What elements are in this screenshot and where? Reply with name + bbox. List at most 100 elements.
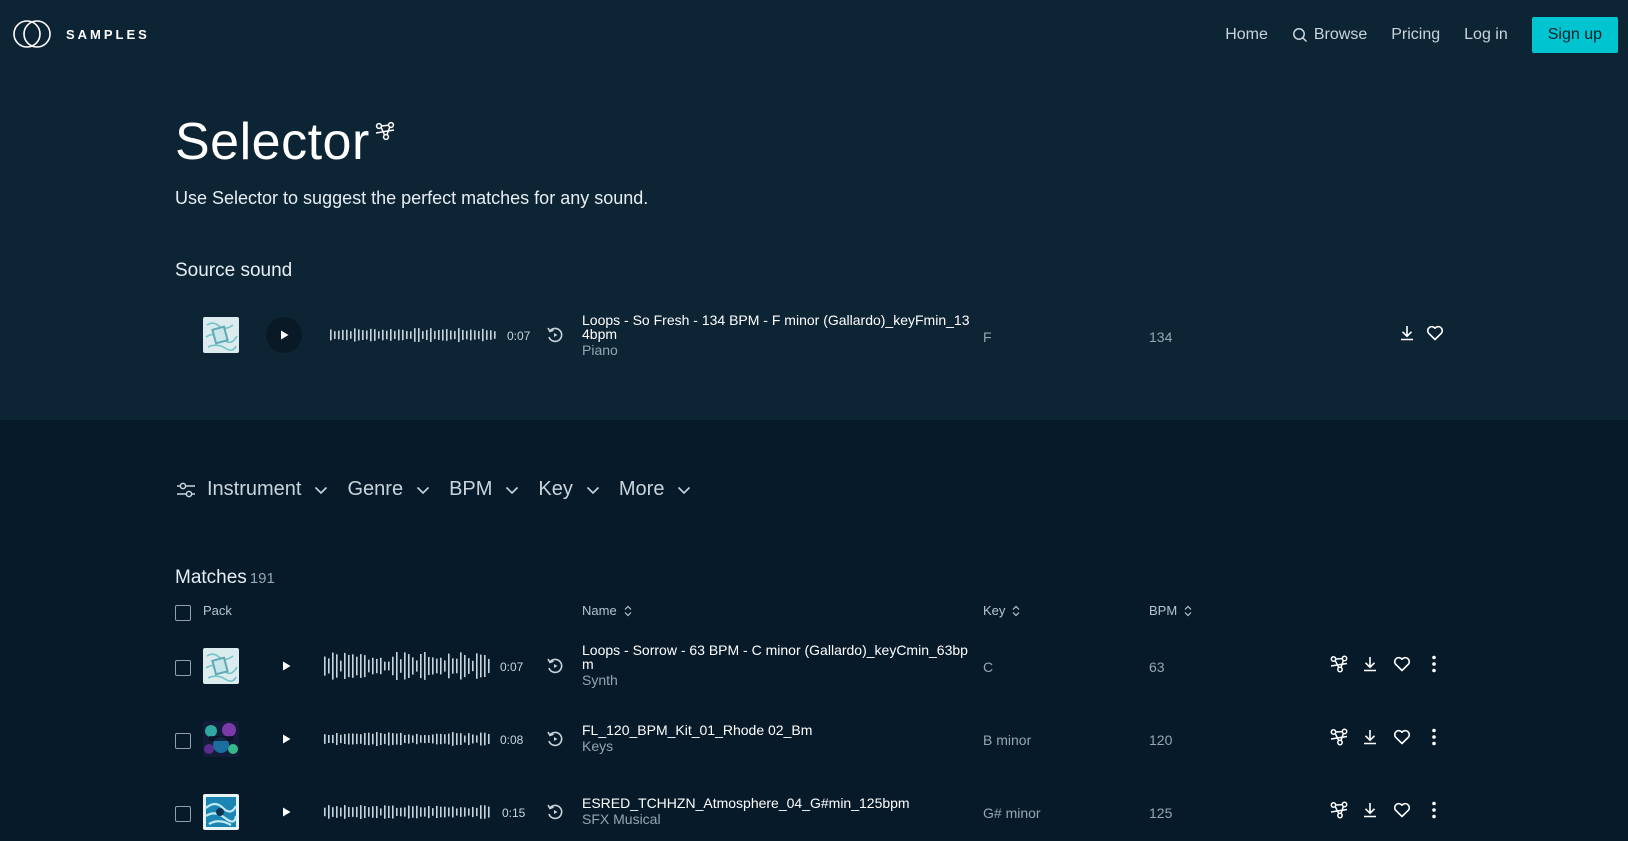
play-button[interactable] — [276, 802, 296, 822]
row-checkbox[interactable] — [175, 806, 191, 822]
waveform[interactable] — [324, 725, 492, 753]
sample-instrument[interactable]: Synth — [582, 672, 972, 688]
nav-home[interactable]: Home — [1225, 26, 1268, 44]
download-icon — [1364, 657, 1376, 672]
sample-key: B minor — [983, 732, 1032, 748]
waveform-bar — [378, 331, 380, 339]
waveform-bar — [422, 331, 424, 339]
waveform[interactable] — [324, 652, 492, 680]
nav-browse-label: Browse — [1313, 26, 1368, 43]
more-options-button[interactable] — [1424, 654, 1444, 674]
column-header-key[interactable]: Key — [983, 603, 1021, 618]
waveform-bar — [468, 733, 470, 745]
waveform-bar — [452, 658, 454, 674]
selector-button[interactable] — [1329, 654, 1349, 674]
column-header-bpm[interactable]: BPM — [1149, 603, 1193, 618]
waveform-bar — [488, 734, 490, 744]
sample-name[interactable]: ESRED_TCHHZN_Atmosphere_04_G#min_125bpm — [582, 796, 972, 810]
sample-instrument[interactable]: Keys — [582, 738, 972, 754]
waveform-bar — [482, 328, 484, 342]
selector-button[interactable] — [1329, 727, 1349, 747]
pack-art-icon — [203, 794, 239, 830]
nav-pricing[interactable]: Pricing — [1391, 26, 1440, 44]
waveform-bar — [398, 329, 400, 341]
like-button[interactable] — [1392, 654, 1412, 674]
filter-instrument[interactable]: Instrument — [207, 478, 329, 501]
like-button[interactable] — [1392, 800, 1412, 820]
logo[interactable]: SAMPLES — [12, 16, 150, 52]
chevron-down-icon — [506, 486, 519, 494]
sample-instrument[interactable]: Piano — [582, 342, 972, 358]
play-button[interactable] — [266, 317, 302, 353]
waveform-bar — [476, 735, 478, 743]
table-row: 0:07 Loops - Sorrow - 63 BPM - C minor (… — [0, 636, 1628, 696]
waveform-bar — [332, 734, 334, 744]
waveform-bar — [332, 652, 334, 680]
waveform-bar — [416, 660, 418, 672]
waveform-bar — [342, 329, 344, 340]
filter-bpm[interactable]: BPM — [449, 478, 520, 501]
sample-instrument[interactable]: SFX Musical — [582, 811, 972, 827]
more-options-button[interactable] — [1424, 800, 1444, 820]
waveform-bar — [418, 328, 420, 342]
column-header-name[interactable]: Name — [582, 603, 633, 618]
signup-button[interactable]: Sign up — [1531, 17, 1618, 53]
waveform-bar — [488, 658, 490, 674]
download-button[interactable] — [1360, 800, 1380, 820]
download-button[interactable] — [1360, 727, 1380, 747]
nav-login[interactable]: Log in — [1464, 26, 1508, 44]
waveform-bar — [344, 805, 346, 819]
selector-icon — [1330, 655, 1348, 673]
waveform-bar — [480, 654, 482, 678]
waveform-bar — [426, 329, 428, 340]
header-label: BPM — [1149, 603, 1178, 618]
waveform-bar — [354, 328, 356, 342]
waveform[interactable] — [330, 321, 498, 349]
filter-more[interactable]: More — [619, 478, 693, 501]
sample-name[interactable]: Loops - So Fresh - 134 BPM - F minor (Ga… — [582, 313, 972, 341]
like-button[interactable] — [1392, 727, 1412, 747]
sort-icon — [624, 605, 632, 616]
sample-name[interactable]: Loops - Sorrow - 63 BPM - C minor (Galla… — [582, 643, 972, 671]
waveform-bar — [356, 806, 358, 818]
selector-button[interactable] — [1329, 800, 1349, 820]
download-button[interactable] — [1397, 323, 1417, 343]
filter-sliders-icon[interactable] — [175, 479, 197, 501]
play-button[interactable] — [276, 729, 296, 749]
sample-name[interactable]: FL_120_BPM_Kit_01_Rhode 02_Bm — [582, 723, 972, 737]
row-checkbox[interactable] — [175, 660, 191, 676]
pack-thumbnail[interactable] — [203, 794, 239, 830]
filter-key[interactable]: Key — [538, 478, 600, 501]
loop-icon[interactable] — [546, 326, 564, 344]
pack-thumbnail[interactable] — [203, 317, 239, 353]
pack-thumbnail[interactable] — [203, 648, 239, 684]
select-all-checkbox[interactable] — [175, 605, 191, 621]
waveform-bar — [448, 733, 450, 745]
waveform-bar — [392, 805, 394, 819]
filter-genre[interactable]: Genre — [347, 478, 431, 501]
waveform[interactable] — [324, 798, 492, 826]
waveform-bar — [494, 331, 496, 339]
row-checkbox[interactable] — [175, 733, 191, 749]
like-button[interactable] — [1425, 323, 1445, 343]
download-icon — [1401, 326, 1413, 341]
nav-browse[interactable]: Browse — [1292, 26, 1367, 44]
waveform-bar — [380, 808, 382, 816]
waveform-bar — [412, 806, 414, 818]
more-options-button[interactable] — [1424, 727, 1444, 747]
header-label: Pack — [203, 603, 232, 618]
source-sound-label: Source sound — [175, 260, 293, 281]
nav-links: Home Browse Pricing Log in Sign up — [1201, 17, 1618, 53]
duration: 0:08 — [500, 733, 524, 747]
waveform-bar — [368, 659, 370, 673]
loop-icon[interactable] — [546, 730, 564, 748]
sort-icon — [1184, 605, 1192, 616]
duration: 0:07 — [507, 329, 531, 343]
loop-icon[interactable] — [546, 803, 564, 821]
selector-icon — [375, 121, 394, 141]
play-button[interactable] — [276, 656, 296, 676]
pack-thumbnail[interactable] — [203, 721, 239, 757]
waveform-bar — [330, 329, 332, 341]
loop-icon[interactable] — [546, 657, 564, 675]
download-button[interactable] — [1360, 654, 1380, 674]
